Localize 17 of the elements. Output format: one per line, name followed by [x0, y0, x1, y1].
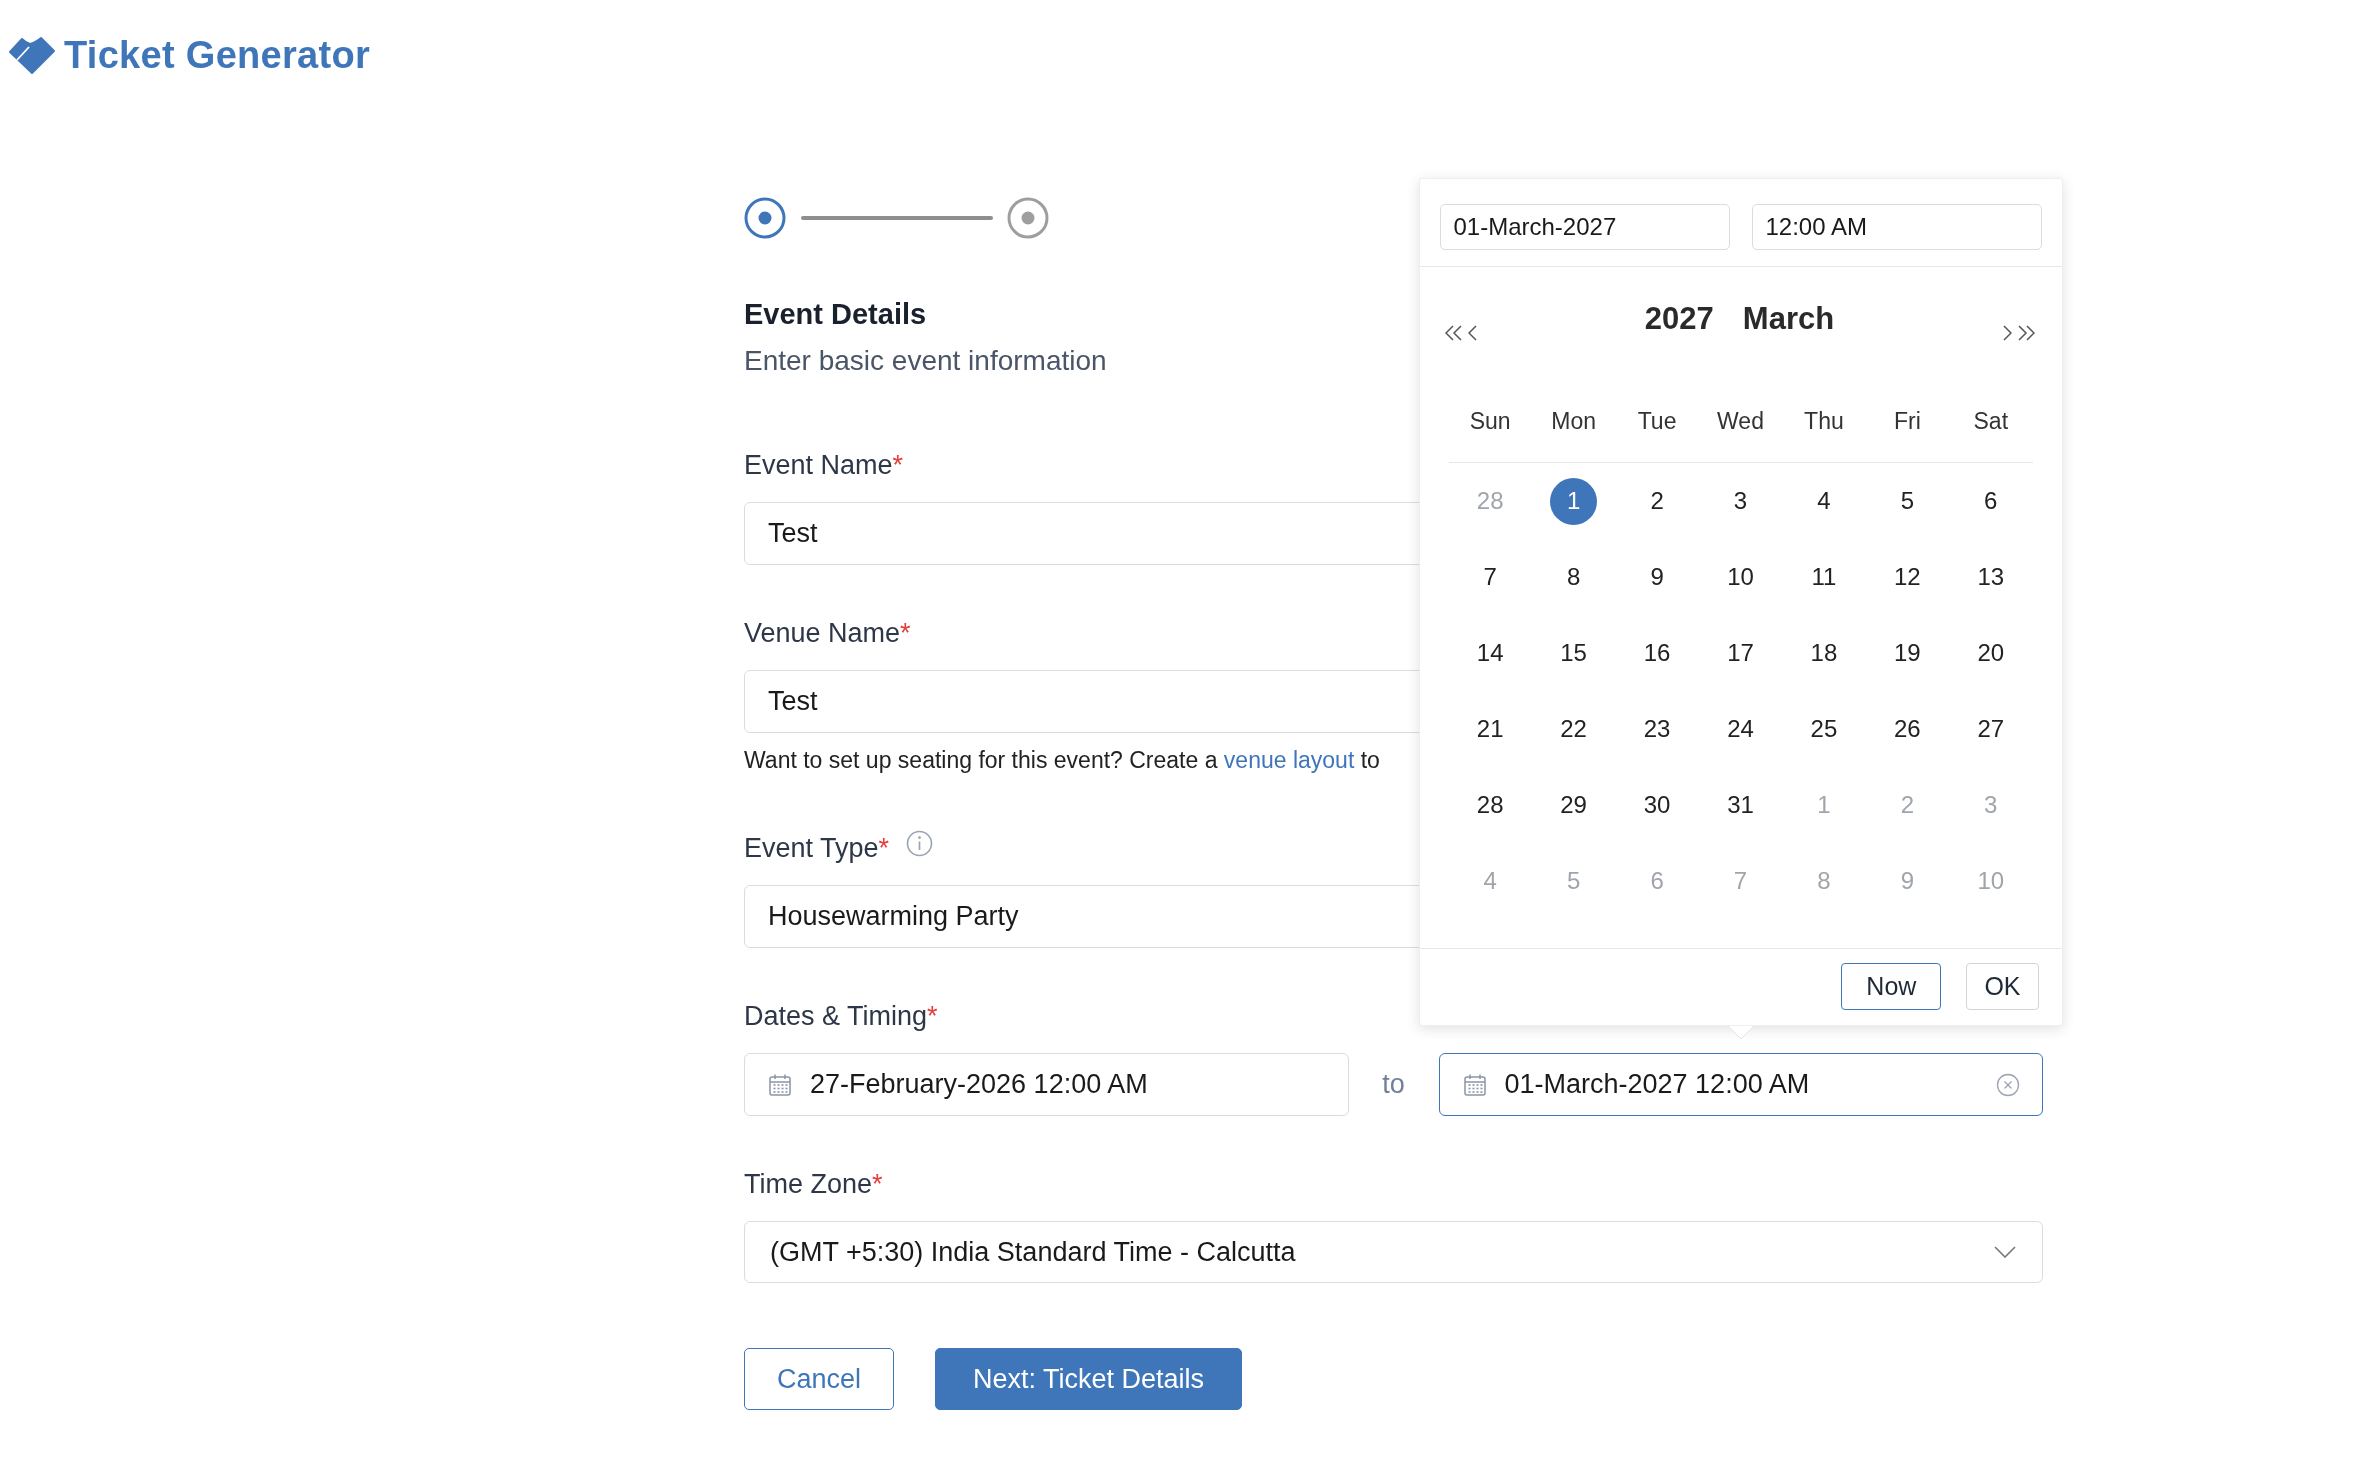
field-label: Time Zone* — [744, 1168, 883, 1200]
weekday-label: Wed — [1717, 407, 1764, 436]
app-title: Ticket Generator — [64, 33, 371, 78]
weekday-label: Fri — [1893, 407, 1921, 436]
field-label: Event Type* — [744, 832, 890, 864]
help-text: Want to set up seating for this event? Create a venue layout to — [744, 746, 1380, 775]
section-title: Event Details — [744, 297, 927, 332]
field-label: Dates & Timing* — [744, 1000, 938, 1032]
weekday-label: Thu — [1804, 407, 1844, 436]
weekday-label: Sat — [1973, 407, 2009, 436]
section-subtitle: Enter basic event information — [744, 344, 1107, 378]
weekday-label: Tue — [1637, 407, 1677, 436]
weekday-label: Sun — [1469, 407, 1511, 436]
weekday-label: Mon — [1551, 407, 1596, 436]
field-label: Venue Name* — [744, 617, 911, 649]
range-separator: to — [1381, 1068, 1406, 1102]
field-label: Event Name* — [744, 449, 904, 481]
